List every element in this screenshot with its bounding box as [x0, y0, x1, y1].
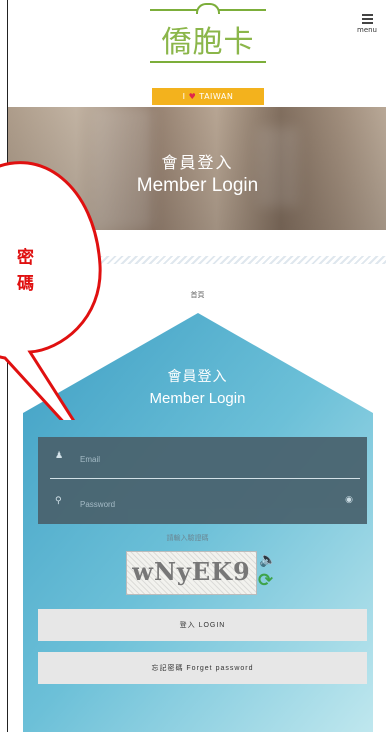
field-underline: [50, 478, 360, 479]
login-button[interactable]: 登入 LOGIN: [38, 609, 367, 641]
hamburger-icon: [355, 14, 379, 24]
refresh-captcha-icon[interactable]: ⟳: [258, 570, 273, 591]
panel-title-en: Member Login: [149, 390, 246, 407]
key-icon: ⚲: [55, 496, 62, 506]
user-icon: ♟: [55, 451, 64, 461]
site-header: 僑胞卡 I ♥ TAIWAN menu: [8, 0, 386, 107]
captcha-code: wNyEK9: [132, 557, 251, 586]
password-input[interactable]: [78, 494, 322, 514]
site-logo[interactable]: 僑胞卡 I ♥ TAIWAN: [150, 3, 266, 105]
ribbon-prefix: I: [182, 92, 186, 101]
menu-button[interactable]: menu: [355, 12, 379, 38]
email-input[interactable]: [78, 449, 322, 469]
callout-line-1: 密: [17, 248, 34, 268]
breadcrumb[interactable]: 首頁: [8, 290, 386, 300]
heart-icon: ♥: [188, 92, 197, 101]
callout-line-2: 碼: [17, 274, 34, 294]
ribbon-suffix: TAIWAN: [199, 92, 234, 101]
email-field-row: ♟: [38, 437, 367, 479]
logo-ribbon: I ♥ TAIWAN: [152, 88, 264, 105]
audio-captcha-icon[interactable]: 🔈: [259, 552, 276, 568]
forgot-password-button[interactable]: 忘記密碼 Forget password: [38, 652, 367, 684]
captcha-label: 請輸入驗證碼: [166, 534, 209, 542]
show-password-icon[interactable]: ◉: [345, 495, 353, 505]
callout-text: 密 碼: [17, 245, 47, 297]
captcha-image: wNyEK9: [126, 551, 257, 595]
login-form: ♟ ⚲ ◉: [38, 437, 367, 524]
hero-title-zh: 會員登入: [161, 153, 234, 172]
hero-banner: 會員登入 Member Login: [8, 107, 386, 230]
panel-title-zh: 會員登入: [167, 369, 228, 385]
logo-pot-icon: [196, 3, 220, 14]
hero-title-en: Member Login: [136, 175, 259, 196]
page-frame: 僑胞卡 I ♥ TAIWAN menu 會員登入 Member Login 首頁: [7, 0, 386, 732]
password-field-row: ⚲ ◉: [38, 482, 367, 524]
menu-label: menu: [357, 26, 377, 34]
logo-bottom-line: [150, 61, 266, 63]
logo-name: 僑胞卡: [161, 25, 255, 60]
hatched-divider: [8, 256, 386, 264]
